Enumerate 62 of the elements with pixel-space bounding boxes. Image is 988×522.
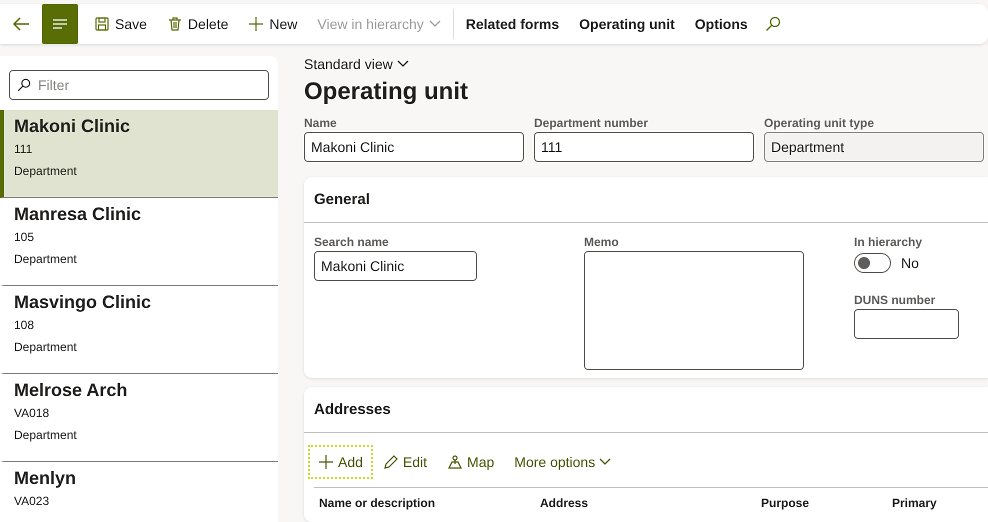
record-name: Masvingo Clinic	[14, 291, 152, 314]
column-header[interactable]: Name or description	[319, 496, 540, 510]
toggle-switch[interactable]	[854, 253, 891, 273]
section-title: Addresses	[304, 387, 988, 433]
new-button[interactable]: New	[238, 9, 308, 39]
search-icon	[764, 16, 781, 32]
pencil-icon	[382, 454, 399, 470]
column-header[interactable]: Address	[540, 496, 761, 510]
record-number: VA018	[14, 405, 50, 422]
map-pin-icon	[447, 454, 464, 470]
record-list-item[interactable]: Makoni Clinic 111 Department	[0, 110, 278, 198]
back-arrow-icon	[12, 16, 30, 32]
chevron-down-icon	[396, 60, 409, 68]
field-label: Operating unit type	[764, 116, 876, 130]
field-label: In hierarchy	[854, 235, 924, 249]
record-type: Department	[14, 251, 77, 268]
view-selector[interactable]: Standard view	[304, 56, 409, 72]
record-name: Makoni Clinic	[14, 115, 130, 138]
record-number: 111	[14, 141, 32, 158]
record-type: Department	[14, 427, 77, 444]
action-tab[interactable]: Options	[684, 9, 758, 39]
address-action-button[interactable]: Edit	[372, 445, 438, 479]
record-name: Manresa Clinic	[14, 203, 142, 226]
menu-icon	[52, 18, 68, 30]
plus-icon	[318, 454, 334, 470]
field-label: Department number	[534, 116, 650, 130]
record-number: 105	[14, 229, 34, 246]
text-field[interactable]	[854, 309, 959, 339]
trash-icon	[166, 16, 183, 32]
address-action-button[interactable]: More options	[504, 445, 622, 479]
memo-field[interactable]	[584, 251, 804, 370]
page-title: Operating unit	[304, 78, 469, 106]
field-label: Search name	[314, 235, 390, 249]
field-label: Memo	[584, 235, 620, 249]
section-title: General	[304, 177, 988, 223]
text-field[interactable]: 111	[534, 132, 754, 162]
field-label: DUNS number	[854, 293, 936, 307]
text-field[interactable]: Makoni Clinic	[304, 132, 524, 162]
record-number: 108	[14, 317, 34, 334]
address-action-button[interactable]: Add	[308, 445, 373, 479]
chevron-down-icon	[428, 20, 441, 28]
record-type: Department	[14, 339, 77, 356]
action-tab[interactable]: Operating unit	[569, 9, 685, 39]
delete-button[interactable]: Delete	[156, 9, 238, 39]
action-tab[interactable]: Related forms	[456, 9, 570, 39]
filter-field[interactable]: Filter	[9, 70, 269, 100]
record-name: Menlyn	[14, 467, 76, 490]
search-icon	[17, 78, 31, 92]
column-header[interactable]: Purpose	[761, 496, 892, 510]
field-label: Name	[304, 116, 338, 130]
record-type: Department	[14, 163, 77, 180]
chevron-down-icon	[599, 458, 612, 466]
record-name: Melrose Arch	[14, 379, 128, 402]
column-header[interactable]: Primary	[892, 496, 988, 510]
save-button[interactable]: Save	[84, 9, 157, 39]
save-icon	[94, 16, 110, 32]
record-number: VA023	[14, 493, 50, 510]
text-field[interactable]: Makoni Clinic	[314, 251, 477, 281]
plus-icon	[248, 16, 264, 32]
menu-button[interactable]	[42, 4, 78, 44]
toggle-label: No	[901, 255, 919, 271]
address-action-button[interactable]: Map	[437, 445, 504, 479]
